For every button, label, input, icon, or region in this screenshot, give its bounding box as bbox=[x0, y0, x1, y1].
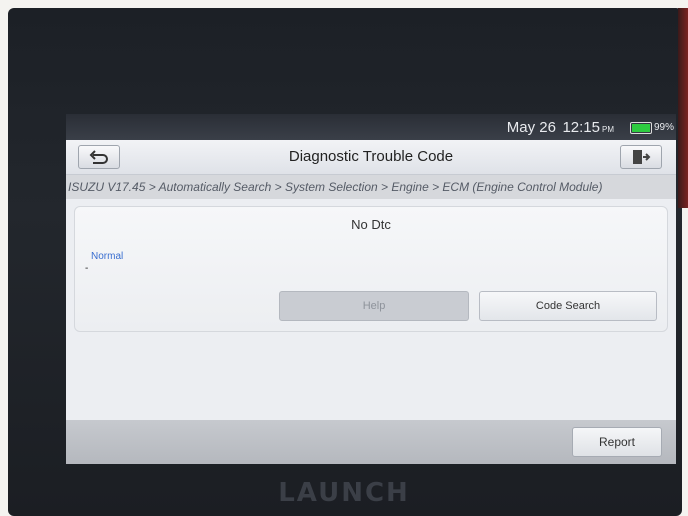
status-ampm: PM bbox=[602, 125, 614, 134]
status-time: 12:15 PM bbox=[562, 119, 614, 136]
breadcrumb: ISUZU V17.45 > Automatically Search > Sy… bbox=[66, 175, 676, 199]
status-time-value: 12:15 bbox=[562, 119, 600, 136]
page-title: Diagnostic Trouble Code bbox=[288, 148, 454, 165]
exit-door-icon bbox=[633, 150, 651, 164]
battery-icon bbox=[630, 122, 652, 134]
title-bar: Diagnostic Trouble Code bbox=[66, 140, 676, 175]
footer-bar: Report bbox=[66, 420, 676, 464]
status-label: Normal bbox=[91, 251, 124, 262]
battery-percent: 99% bbox=[653, 122, 674, 133]
status-bar: May 26 12:15 PM 99% bbox=[66, 114, 676, 140]
code-search-button[interactable]: Code Search bbox=[479, 291, 657, 321]
battery-fill bbox=[632, 124, 650, 132]
device-brand-logo: LAUNCH bbox=[278, 478, 410, 508]
status-value: - bbox=[85, 263, 89, 274]
help-button[interactable]: Help bbox=[279, 291, 469, 321]
report-button[interactable]: Report bbox=[572, 427, 662, 457]
status-date: May 26 bbox=[506, 119, 556, 136]
background-object bbox=[678, 8, 688, 208]
dtc-panel: No Dtc Normal - Help Code Search bbox=[74, 206, 668, 332]
exit-button[interactable] bbox=[620, 145, 662, 169]
device-screen: May 26 12:15 PM 99% Diagnostic Trouble Co… bbox=[66, 114, 676, 464]
dtc-status-text: No Dtc bbox=[351, 217, 391, 232]
